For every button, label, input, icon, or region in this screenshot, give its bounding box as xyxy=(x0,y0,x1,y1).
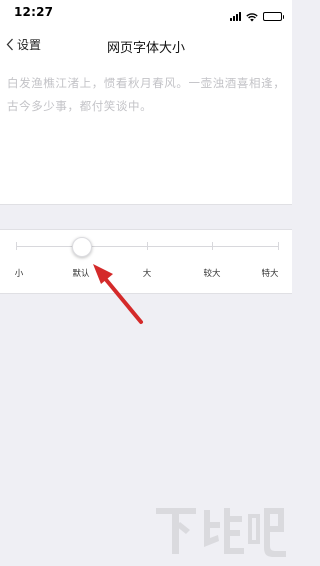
watermark-logo xyxy=(152,500,287,560)
annotation-arrow xyxy=(93,264,143,324)
